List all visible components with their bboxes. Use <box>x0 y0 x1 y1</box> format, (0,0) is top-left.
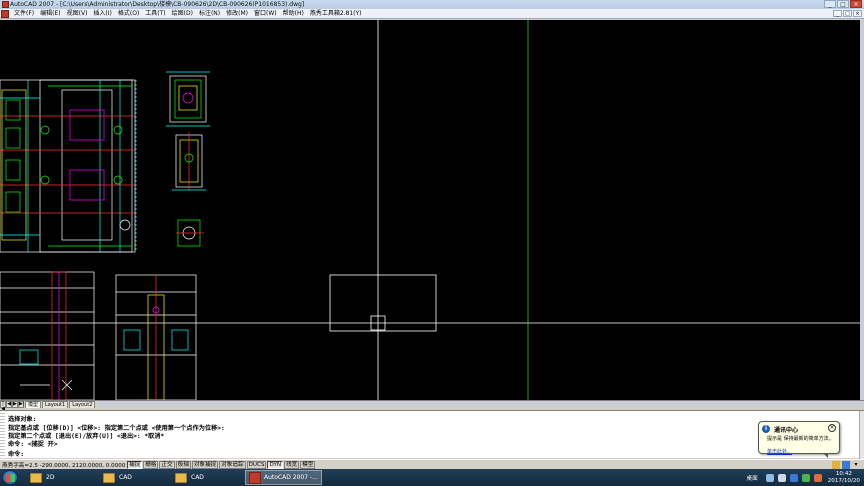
document-controls: _ □ × <box>832 10 862 17</box>
part-detail-bottom <box>176 219 204 247</box>
command-window-grip[interactable] <box>0 413 5 457</box>
folder-icon <box>30 472 42 483</box>
menu-window[interactable]: 窗口(W) <box>251 9 280 19</box>
taskbar: 2D CAD CAD AutoCAD 2007 -... 桌面 10:42 20… <box>0 469 864 486</box>
drawing-svg <box>0 20 864 400</box>
snap-toggle[interactable]: 捕捉 <box>127 460 143 469</box>
lineweight-toggle[interactable]: 线宽 <box>284 460 300 469</box>
autocad-icon <box>249 471 261 484</box>
menu-file[interactable]: 文件(F) <box>11 9 37 19</box>
menu-modify[interactable]: 修改(M) <box>223 9 251 19</box>
command-window[interactable]: 选择对象: 指定基点或 [位移(D)] <位移>: 指定第二个点或 <使用第一个… <box>0 410 864 459</box>
otrack-toggle[interactable]: 对象追踪 <box>219 460 246 469</box>
doc-restore-button[interactable]: □ <box>843 10 852 17</box>
menu-edit[interactable]: 编辑(E) <box>37 9 63 19</box>
mold-section-view-right <box>115 274 197 400</box>
balloon-link[interactable]: 单击此处。 <box>767 450 792 455</box>
menu-draw[interactable]: 绘图(D) <box>169 9 196 19</box>
dyn-toggle[interactable]: DYN <box>267 460 284 469</box>
doc-minimize-button[interactable]: _ <box>833 10 842 17</box>
tab-model[interactable]: 模型 <box>25 401 42 408</box>
mold-plan-view <box>0 79 137 253</box>
system-tray: 桌面 10:42 2017/10/20 <box>747 469 864 486</box>
menu-format[interactable]: 格式(O) <box>115 9 142 19</box>
network-icon[interactable] <box>765 473 774 482</box>
taskbar-item-label: AutoCAD 2007 -... <box>264 474 318 481</box>
tab-layout1[interactable]: Layout1 <box>42 401 69 408</box>
command-prompt[interactable]: 命令: <box>8 449 24 458</box>
tab-last-button[interactable]: ▶| <box>18 401 25 408</box>
ducs-toggle[interactable]: DUCS <box>246 460 267 469</box>
taskbar-item-folder-cad[interactable]: CAD <box>103 470 132 485</box>
command-history-line: 命令: <捕捉 开> <box>8 441 58 448</box>
menu-dimension[interactable]: 标注(N) <box>196 9 223 19</box>
mold-section-view-left <box>0 271 95 400</box>
folder-icon <box>175 472 187 483</box>
tab-nav-buttons: |◀ ◀ ▶ ▶| <box>0 401 25 412</box>
taskbar-item-folder-2d[interactable]: 2D <box>30 470 54 485</box>
volume-icon[interactable] <box>777 473 786 482</box>
start-button[interactable] <box>2 470 18 485</box>
chevron-down-icon[interactable]: ▾ <box>852 461 860 469</box>
part-detail-middle <box>172 132 206 191</box>
balloon-tail <box>823 453 828 458</box>
balloon-line-1: 提示是 保持最新的简单方法。 <box>767 436 834 442</box>
window-controls: _ □ × <box>823 0 862 9</box>
canvas-horizontal-scrollbar[interactable] <box>98 401 864 407</box>
close-button[interactable]: × <box>850 0 862 8</box>
grid-toggle[interactable]: 栅格 <box>143 460 159 469</box>
minimize-button[interactable]: _ <box>824 0 836 8</box>
menu-view[interactable]: 视图(V) <box>64 9 91 19</box>
balloon-title: 通讯中心 <box>774 427 799 434</box>
osnap-toggle[interactable]: 对象捕捉 <box>191 460 219 469</box>
menu-yanxiu-toolbox[interactable]: 燕秀工具箱2.81(Y) <box>307 9 365 19</box>
menu-bar: 文件(F) 编辑(E) 视图(V) 插入(I) 格式(O) 工具(T) 绘图(D… <box>0 9 864 19</box>
communication-center-icon[interactable] <box>842 461 850 469</box>
command-history-line: 选择对象: <box>8 416 37 423</box>
taskbar-item-autocad[interactable]: AutoCAD 2007 -... <box>245 470 322 485</box>
drawing-canvas[interactable] <box>0 20 864 400</box>
status-bar: 燕秀字高=2.5 -290.0000, 2120.0000, 0.0000 捕捉… <box>0 459 864 469</box>
folder-icon <box>103 472 115 483</box>
clock-date: 2017/10/20 <box>827 477 860 484</box>
part-detail-top <box>166 71 210 127</box>
security-icon[interactable] <box>801 473 810 482</box>
tab-layout2[interactable]: Layout2 <box>69 401 96 408</box>
taskbar-item-folder-cad-2[interactable]: CAD <box>175 470 204 485</box>
windows-logo-icon <box>6 474 15 482</box>
taskbar-item-label: 2D <box>46 474 55 481</box>
ortho-toggle[interactable]: 正交 <box>159 460 175 469</box>
doc-close-button[interactable]: × <box>853 10 862 17</box>
document-icon[interactable] <box>1 9 9 18</box>
maximize-button[interactable]: □ <box>837 0 849 8</box>
tray-clock[interactable]: 10:42 2017/10/20 <box>828 471 860 485</box>
taskbar-item-label: CAD <box>119 474 132 481</box>
app-tray-icon[interactable] <box>813 473 822 482</box>
communication-center-balloon: i 通讯中心 × 提示是 保持最新的简单方法。 单击此处。 <box>758 421 840 458</box>
tray-desktop-label[interactable]: 桌面 <box>747 474 758 482</box>
coordinate-readout: 燕秀字高=2.5 -290.0000, 2120.0000, 0.0000 <box>2 462 126 469</box>
info-icon: i <box>762 425 770 433</box>
command-scrollbar[interactable] <box>859 411 864 459</box>
canvas-vertical-scrollbar[interactable] <box>860 20 864 400</box>
polar-toggle[interactable]: 极轴 <box>175 460 191 469</box>
balloon-close-button[interactable]: × <box>828 424 836 432</box>
status-tray-icons: ▾ <box>830 461 860 469</box>
model-toggle[interactable]: 模型 <box>300 460 316 469</box>
taskbar-item-label: CAD <box>191 474 204 481</box>
menu-help[interactable]: 帮助(H) <box>280 9 307 19</box>
menu-insert[interactable]: 插入(I) <box>90 9 114 19</box>
lock-icon[interactable] <box>832 461 840 469</box>
layout-tabs-bar: |◀ ◀ ▶ ▶| 模型 Layout1 Layout2 <box>0 400 864 412</box>
clock-time: 10:42 <box>835 470 852 477</box>
autocad-app-icon[interactable] <box>2 1 9 8</box>
menu-tools[interactable]: 工具(T) <box>142 9 168 19</box>
ime-icon[interactable] <box>789 473 798 482</box>
